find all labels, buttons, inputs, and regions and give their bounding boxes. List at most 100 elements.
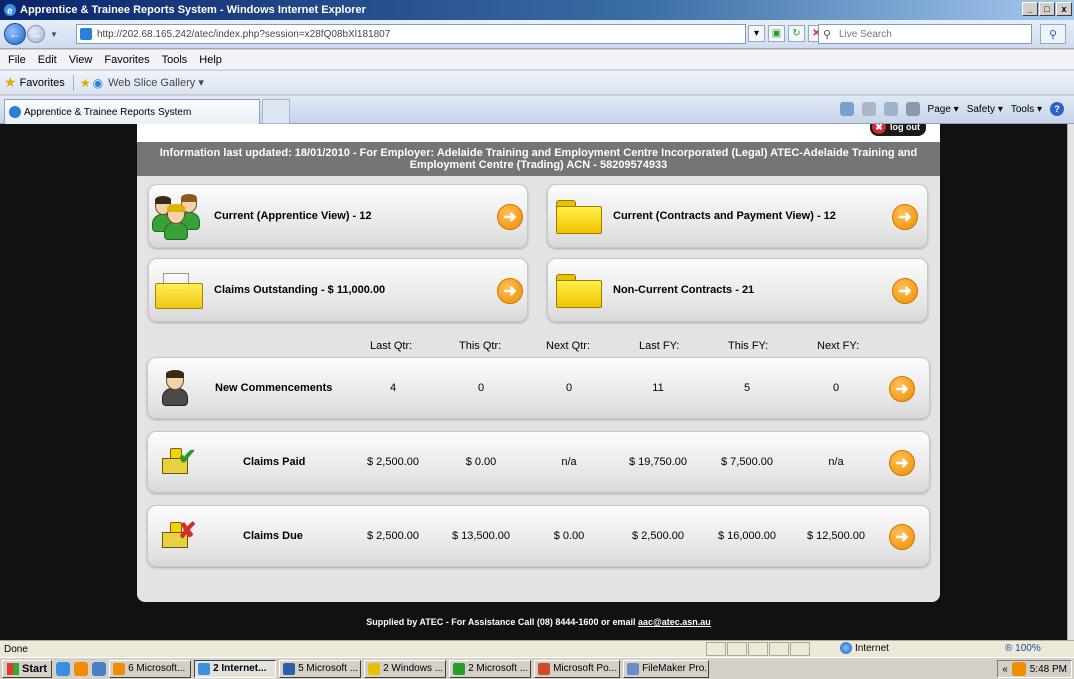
footer-email-link[interactable]: aac@atec.asn.au — [638, 617, 711, 627]
compatibility-view-icon[interactable]: ▣ — [768, 25, 785, 42]
search-placeholder: Live Search — [839, 28, 892, 40]
start-button[interactable]: Start — [2, 659, 53, 678]
card-non-current-contracts[interactable]: Non-Current Contracts - 21 ➜ — [547, 258, 928, 322]
vertical-scrollbar[interactable] — [1067, 124, 1074, 640]
cell-this-qtr: $ 0.00 — [465, 456, 497, 468]
page-content: ✖ log out Information last updated: 18/0… — [0, 124, 1067, 640]
zone-label: Internet — [855, 642, 889, 654]
menu-favorites[interactable]: Favorites — [104, 54, 149, 66]
arrow-right-icon[interactable]: ➜ — [892, 278, 918, 304]
favorites-button[interactable]: Favorites — [20, 77, 65, 89]
column-this-fy: This FY: — [728, 340, 769, 352]
folder-icon — [556, 274, 602, 308]
quicklaunch-browser-icon[interactable] — [92, 661, 107, 676]
card-current-contracts[interactable]: Current (Contracts and Payment View) - 1… — [547, 184, 928, 248]
arrow-right-icon[interactable]: ➜ — [889, 450, 915, 476]
page-menu[interactable]: Page ▾ — [928, 104, 959, 115]
windows-taskbar: Start 6 Microsoft... 2 Internet... 5 Mic… — [0, 657, 1074, 679]
safety-menu[interactable]: Safety ▾ — [967, 104, 1003, 115]
tab-row: Apprentice & Trainee Reports System Page… — [0, 96, 1074, 124]
web-slice-gallery-link[interactable]: Web Slice Gallery ▾ — [108, 76, 204, 89]
cell-last-fy: $ 19,750.00 — [628, 456, 688, 468]
back-button[interactable]: ← — [4, 23, 26, 45]
arrow-right-icon[interactable]: ➜ — [497, 278, 523, 304]
search-input[interactable]: ⚲ Live Search — [818, 24, 1032, 44]
person-icon — [160, 368, 190, 408]
card-claims-outstanding[interactable]: Claims Outstanding - $ 11,000.00 ➜ — [148, 258, 528, 322]
search-icon: ⚲ — [823, 29, 832, 41]
logout-button[interactable]: ✖ log out — [870, 124, 926, 136]
row-claims-due[interactable]: ✘ Claims Due $ 2,500.00 $ 13,500.00 $ 0.… — [147, 505, 930, 567]
help-icon[interactable]: ? — [1050, 102, 1064, 116]
column-last-qtr: Last Qtr: — [370, 340, 413, 352]
tray-expand-icon[interactable]: « — [1002, 664, 1008, 675]
card-current-apprentice[interactable]: Current (Apprentice View) - 12 ➜ — [148, 184, 528, 248]
arrow-right-icon[interactable]: ➜ — [889, 524, 915, 550]
favorites-star-icon[interactable]: ★ — [4, 74, 17, 91]
card-label: Claims Outstanding - $ 11,000.00 — [214, 284, 386, 296]
task-microsoft-excel[interactable]: 2 Microsoft ... — [449, 659, 532, 678]
folder-icon — [556, 200, 602, 234]
arrow-right-icon[interactable]: ➜ — [892, 204, 918, 230]
quicklaunch-app-icon[interactable] — [74, 661, 89, 676]
cell-this-qtr: 0 — [477, 382, 485, 394]
start-label: Start — [22, 662, 48, 675]
status-bar: Done Internet ® 100% — [0, 640, 1074, 657]
task-internet-explorer[interactable]: 2 Internet... — [194, 659, 277, 678]
close-window-button[interactable]: x — [1056, 2, 1072, 16]
maximize-button[interactable]: □ — [1039, 2, 1055, 16]
menu-edit[interactable]: Edit — [38, 54, 57, 66]
card-label: Current (Contracts and Payment View) - 1… — [613, 210, 836, 222]
suggested-sites-icon[interactable]: ◉ — [93, 76, 103, 90]
print-icon[interactable] — [905, 102, 920, 116]
internet-explorer-icon: e — [3, 3, 17, 17]
search-go-button[interactable]: ⚲ — [1040, 24, 1066, 44]
clock: 5:48 PM — [1029, 663, 1067, 675]
address-input[interactable]: http://202.68.165.242/atec/index.php?ses… — [76, 24, 746, 44]
task-microsoft-word[interactable]: 5 Microsoft ... — [279, 659, 362, 678]
recent-pages-dropdown-icon[interactable]: ▼ — [50, 30, 58, 39]
row-claims-paid[interactable]: ✔ Claims Paid $ 2,500.00 $ 0.00 n/a $ 19… — [147, 431, 930, 493]
cell-next-fy: $ 12,500.00 — [806, 530, 866, 542]
tab-reports-system[interactable]: Apprentice & Trainee Reports System — [4, 99, 260, 124]
forward-button[interactable]: → — [27, 25, 45, 43]
menu-tools[interactable]: Tools — [162, 54, 188, 66]
cell-this-qtr: $ 13,500.00 — [451, 530, 511, 542]
add-favorite-icon[interactable]: ★ — [80, 76, 91, 90]
security-zone[interactable]: Internet — [840, 642, 889, 654]
task-microsoft-group[interactable]: 6 Microsoft... — [109, 659, 192, 678]
column-next-qtr: Next Qtr: — [546, 340, 591, 352]
menu-file[interactable]: File — [8, 54, 26, 66]
mail-icon[interactable] — [883, 102, 898, 116]
address-dropdown-button[interactable]: ▾ — [748, 25, 765, 42]
task-microsoft-powerpoint[interactable]: Microsoft Po... — [534, 659, 621, 678]
row-new-commencements[interactable]: New Commencements 4 0 0 11 5 0 ➜ — [147, 357, 930, 419]
menu-view[interactable]: View — [69, 54, 93, 66]
refresh-icon[interactable]: ↻ — [788, 25, 805, 42]
status-text: Done — [4, 643, 28, 655]
task-windows-explorer[interactable]: 2 Windows ... — [364, 659, 447, 678]
tray-app-icon[interactable] — [1011, 662, 1026, 676]
arrow-right-icon[interactable]: ➜ — [497, 204, 523, 230]
cell-this-fy: 5 — [743, 382, 751, 394]
windows-logo-icon — [7, 662, 19, 675]
cell-this-fy: $ 16,000.00 — [717, 530, 777, 542]
minimize-button[interactable]: _ — [1022, 2, 1038, 16]
home-icon[interactable] — [839, 102, 854, 116]
menu-help[interactable]: Help — [199, 54, 222, 66]
cell-last-qtr: 4 — [389, 382, 397, 394]
quicklaunch-ie-icon[interactable] — [56, 661, 71, 676]
cell-next-qtr: n/a — [561, 456, 577, 468]
dashboard-panel: ✖ log out Information last updated: 18/0… — [137, 124, 940, 602]
arrow-right-icon[interactable]: ➜ — [889, 376, 915, 402]
new-tab-button[interactable] — [262, 99, 290, 124]
task-filemaker-pro[interactable]: FileMaker Pro... — [623, 659, 710, 678]
address-url: http://202.68.165.242/atec/index.php?ses… — [97, 28, 391, 40]
tools-menu[interactable]: Tools ▾ — [1011, 104, 1042, 115]
row-label: Claims Paid — [243, 456, 306, 468]
panel-header-strip — [137, 124, 940, 142]
cell-last-qtr: $ 2,500.00 — [367, 530, 419, 542]
zoom-level[interactable]: ® 100% — [1005, 643, 1041, 654]
cell-last-fy: 11 — [652, 382, 664, 394]
feeds-icon[interactable] — [861, 102, 876, 116]
